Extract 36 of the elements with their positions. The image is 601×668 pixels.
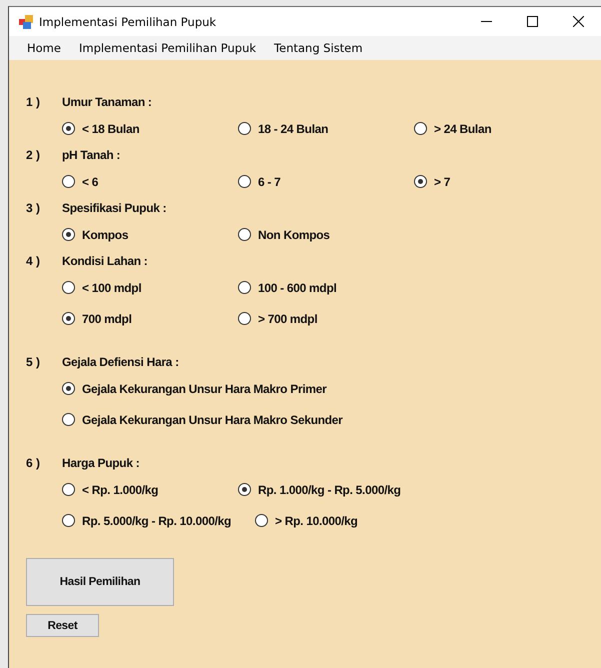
question-label: Harga Pupuk : (62, 456, 140, 470)
window-title: Implementasi Pemilihan Pupuk (39, 14, 218, 28)
option-label[interactable]: Rp. 5.000/kg - Rp. 10.000/kg (82, 514, 232, 528)
question-number: 6 ) (26, 456, 42, 470)
option-label[interactable]: < 18 Bulan (82, 122, 140, 136)
option-label[interactable]: > 700 mdpl (258, 312, 318, 326)
result-button[interactable]: Hasil Pemilihan (26, 558, 174, 606)
option-label[interactable]: 100 - 600 mdpl (258, 280, 337, 294)
question-number: 3 ) (26, 201, 42, 215)
option-label[interactable]: < Rp. 1.000/kg (82, 482, 158, 496)
menu-item[interactable]: Home (18, 41, 70, 55)
option-label[interactable]: > Rp. 10.000/kg (275, 514, 358, 528)
option-label[interactable]: 18 - 24 Bulan (258, 122, 328, 136)
question-number: 4 ) (26, 254, 42, 268)
question-label: Umur Tanaman : (62, 95, 152, 109)
question-label: Gejala Defiensi Hara : (62, 355, 179, 369)
menu-item[interactable]: Tentang Sistem (265, 41, 372, 55)
question-number: 2 ) (26, 148, 42, 162)
question-label: Kondisi Lahan : (62, 254, 148, 268)
option-label[interactable]: Gejala Kekurangan Unsur Hara Makro Primer (82, 382, 326, 396)
reset-button[interactable]: Reset (26, 614, 99, 637)
option-label[interactable]: > 24 Bulan (434, 122, 492, 136)
question-number: 5 ) (26, 355, 42, 369)
option-label[interactable]: Non Kompos (258, 228, 330, 242)
option-label[interactable]: Kompos (82, 228, 128, 242)
option-label[interactable]: Gejala Kekurangan Unsur Hara Makro Sekunder (82, 412, 343, 426)
option-label[interactable]: Rp. 1.000/kg - Rp. 5.000/kg (258, 482, 401, 496)
option-label[interactable]: > 7 (434, 174, 450, 188)
question-number: 1 ) (26, 95, 42, 109)
option-label[interactable]: < 6 (82, 174, 98, 188)
option-label[interactable]: < 100 mdpl (82, 280, 142, 294)
question-label: Spesifikasi Pupuk : (62, 201, 166, 215)
option-label[interactable]: 6 - 7 (258, 174, 281, 188)
question-label: pH Tanah : (62, 148, 120, 162)
option-label[interactable]: 700 mdpl (82, 312, 132, 326)
menu-item[interactable]: Implementasi Pemilihan Pupuk (70, 41, 266, 55)
